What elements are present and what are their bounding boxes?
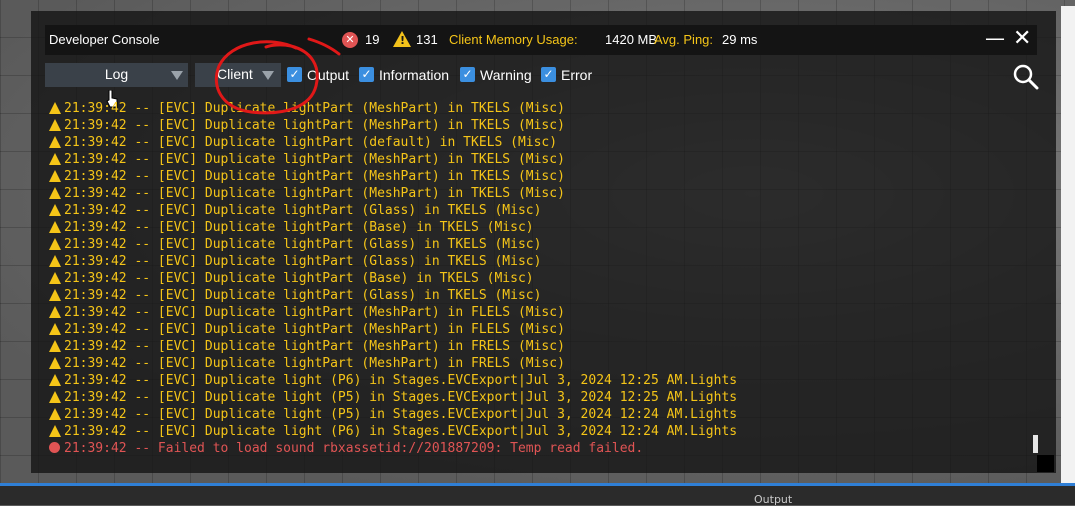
output-tab[interactable]: Output [754, 493, 792, 506]
warning-icon [49, 136, 61, 148]
error-filter-label: Error [561, 67, 593, 83]
minimize-button[interactable]: — [985, 28, 1005, 49]
warning-icon [49, 340, 61, 352]
memory-label: Client Memory Usage: [449, 32, 578, 47]
log-line-text: 21:39:42 -- [EVC] Duplicate lightPart (M… [64, 118, 565, 133]
log-line-warning: 21:39:42 -- [EVC] Duplicate lightPart (G… [48, 202, 1038, 219]
log-line-text: 21:39:42 -- [EVC] Duplicate lightPart (M… [64, 339, 565, 354]
developer-console: Developer Console ✕ 19 ! 131 Client Memo… [31, 11, 1056, 473]
log-line-warning: 21:39:42 -- [EVC] Duplicate lightPart (d… [48, 134, 1038, 151]
source-dropdown[interactable]: Client [195, 63, 281, 87]
warning-icon [49, 204, 61, 216]
output-filter-label: Output [307, 67, 350, 83]
ping-label: Avg. Ping: [654, 32, 714, 47]
warning-icon [49, 221, 61, 233]
warning-filter-label: Warning [480, 67, 532, 83]
warning-checkbox[interactable]: ✓ [460, 67, 475, 82]
log-line-text: 21:39:42 -- [EVC] Duplicate lightPart (M… [64, 101, 565, 116]
log-line-warning: 21:39:42 -- [EVC] Duplicate lightPart (G… [48, 253, 1038, 270]
warning-icon [49, 374, 61, 386]
log-line-text: 21:39:42 -- [EVC] Duplicate lightPart (G… [64, 203, 542, 218]
source-dropdown-label: Client [217, 66, 253, 82]
log-line-text: 21:39:42 -- [EVC] Duplicate lightPart (M… [64, 152, 565, 167]
error-count: 19 [365, 32, 380, 47]
log-line-text: 21:39:42 -- [EVC] Duplicate light (P5) i… [64, 390, 738, 405]
console-titlebar[interactable]: Developer Console ✕ 19 ! 131 Client Memo… [45, 25, 1037, 55]
view-dropdown[interactable]: Log [45, 63, 188, 87]
log-line-warning: 21:39:42 -- [EVC] Duplicate lightPart (M… [48, 338, 1038, 355]
log-line-text: 21:39:42 -- [EVC] Duplicate lightPart (G… [64, 254, 542, 269]
warning-icon [49, 272, 61, 284]
log-line-warning: 21:39:42 -- [EVC] Duplicate light (P6) i… [48, 423, 1038, 440]
search-icon[interactable] [1013, 64, 1039, 90]
log-line-warning: 21:39:42 -- [EVC] Duplicate lightPart (M… [48, 321, 1038, 338]
log-line-text: 21:39:42 -- [EVC] Duplicate lightPart (M… [64, 186, 565, 201]
error-checkbox[interactable]: ✓ [541, 67, 556, 82]
warning-icon [49, 170, 61, 182]
log-line-text: 21:39:42 -- [EVC] Duplicate lightPart (B… [64, 271, 534, 286]
warning-icon [49, 357, 61, 369]
log-line-text: 21:39:42 -- [EVC] Duplicate lightPart (M… [64, 169, 565, 184]
log-line-warning: 21:39:42 -- [EVC] Duplicate lightPart (G… [48, 287, 1038, 304]
resize-handle[interactable] [1037, 455, 1054, 472]
output-checkbox[interactable]: ✓ [287, 67, 302, 82]
bottom-bar: Output [0, 486, 1075, 506]
log-line-text: 21:39:42 -- [EVC] Duplicate lightPart (M… [64, 322, 565, 337]
log-line-text: 21:39:42 -- [EVC] Duplicate lightPart (G… [64, 237, 542, 252]
log-line-warning: 21:39:42 -- [EVC] Duplicate lightPart (B… [48, 219, 1038, 236]
ping-value: 29 ms [722, 32, 758, 47]
log-line-warning: 21:39:42 -- [EVC] Duplicate lightPart (M… [48, 355, 1038, 372]
warning-icon [49, 323, 61, 335]
log-line-text: 21:39:42 -- [EVC] Duplicate lightPart (d… [64, 135, 558, 150]
log-line-text: 21:39:42 -- [EVC] Duplicate lightPart (B… [64, 220, 534, 235]
warning-icon [49, 119, 61, 131]
log-line-text: 21:39:42 -- [EVC] Duplicate light (P6) i… [64, 424, 738, 439]
log-line-warning: 21:39:42 -- [EVC] Duplicate light (P5) i… [48, 389, 1038, 406]
error-icon [49, 442, 60, 453]
warning-icon [49, 306, 61, 318]
log-line-warning: 21:39:42 -- [EVC] Duplicate lightPart (M… [48, 168, 1038, 185]
information-checkbox[interactable]: ✓ [359, 67, 374, 82]
warning-icon [49, 238, 61, 250]
information-filter-label: Information [379, 67, 450, 83]
warning-icon [49, 187, 61, 199]
log-line-warning: 21:39:42 -- [EVC] Duplicate lightPart (M… [48, 100, 1038, 117]
log-line-warning: 21:39:42 -- [EVC] Duplicate lightPart (M… [48, 304, 1038, 321]
log-line-text: 21:39:42 -- [EVC] Duplicate light (P5) i… [64, 407, 738, 422]
log-line-text: 21:39:42 -- [EVC] Duplicate lightPart (G… [64, 288, 542, 303]
chevron-down-icon [262, 71, 274, 80]
warning-icon [49, 289, 61, 301]
log-line-text: 21:39:42 -- [EVC] Duplicate lightPart (M… [64, 305, 565, 320]
warning-count: 131 [416, 32, 438, 47]
warning-count-icon: ! [393, 31, 411, 47]
warning-icon [49, 425, 61, 437]
log-line-warning: 21:39:42 -- [EVC] Duplicate light (P5) i… [48, 406, 1038, 423]
console-title: Developer Console [49, 32, 160, 47]
close-button[interactable]: ✕ [1013, 28, 1033, 50]
warning-icon [49, 255, 61, 267]
warning-icon [49, 408, 61, 420]
log-line-error: 21:39:42 -- Failed to load sound rbxasse… [48, 440, 1038, 455]
view-dropdown-label: Log [104, 66, 129, 82]
error-count-icon: ✕ [342, 32, 358, 48]
log-line-text: 21:39:42 -- [EVC] Duplicate light (P6) i… [64, 373, 738, 388]
log-line-warning: 21:39:42 -- [EVC] Duplicate light (P6) i… [48, 372, 1038, 389]
log-line-warning: 21:39:42 -- [EVC] Duplicate lightPart (G… [48, 236, 1038, 253]
log-line-text: 21:39:42 -- Failed to load sound rbxasse… [64, 441, 644, 455]
chevron-down-icon [171, 71, 183, 80]
warning-icon [49, 102, 61, 114]
log-line-warning: 21:39:42 -- [EVC] Duplicate lightPart (M… [48, 185, 1038, 202]
log-output[interactable]: 21:39:42 -- [EVC] Duplicate lightPart (M… [48, 100, 1038, 455]
log-line-warning: 21:39:42 -- [EVC] Duplicate lightPart (M… [48, 151, 1038, 168]
log-line-text: 21:39:42 -- [EVC] Duplicate lightPart (M… [64, 356, 565, 371]
side-panel [1061, 6, 1075, 486]
log-line-warning: 21:39:42 -- [EVC] Duplicate lightPart (M… [48, 117, 1038, 134]
warning-icon [49, 153, 61, 165]
scrollbar-thumb[interactable] [1033, 435, 1038, 453]
log-line-warning: 21:39:42 -- [EVC] Duplicate lightPart (B… [48, 270, 1038, 287]
warning-icon [49, 391, 61, 403]
memory-value: 1420 MB [605, 32, 658, 47]
